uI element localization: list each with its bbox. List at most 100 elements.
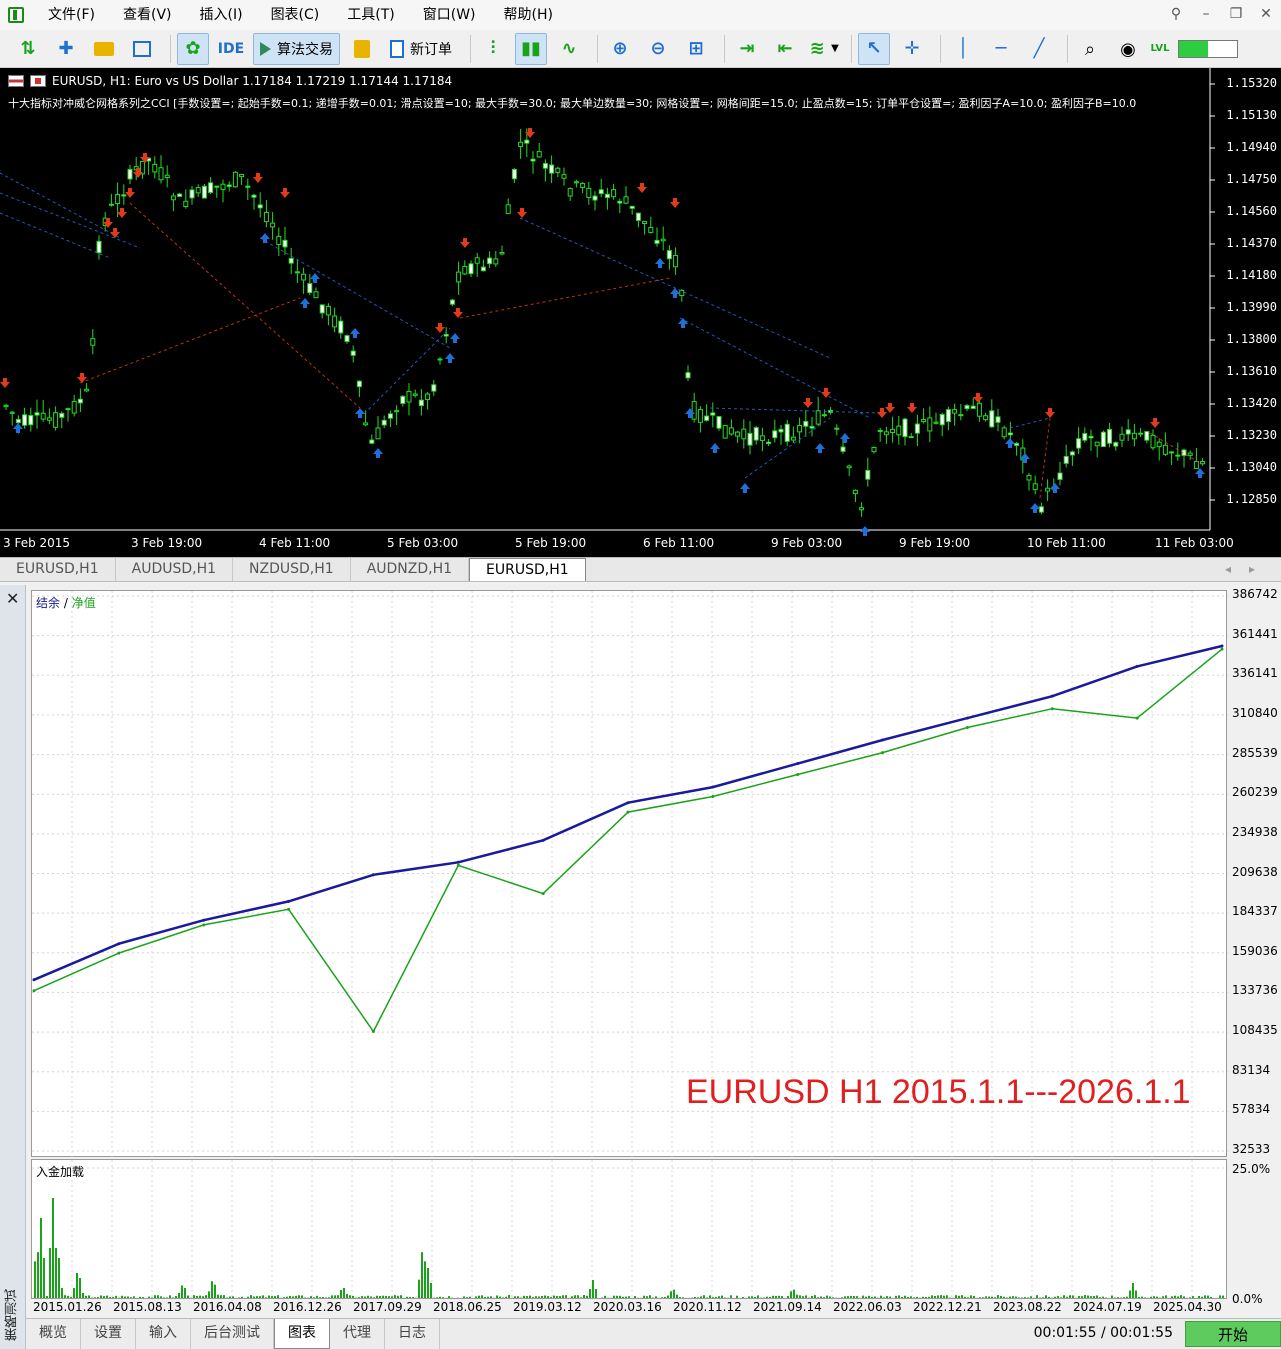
level-indicator[interactable]: LVL [1150, 33, 1238, 65]
chart-tab[interactable]: EURUSD,H1 [0, 558, 116, 581]
tab-settings[interactable]: 设置 [81, 1319, 136, 1349]
tab-graph[interactable]: 图表 [274, 1319, 330, 1349]
buy-sell-toggle-button[interactable]: ⇅ [12, 33, 44, 65]
deposit-load-bar [991, 1296, 993, 1298]
cursor-button[interactable]: ↖ [858, 32, 890, 65]
ide-button[interactable]: IDE [215, 33, 247, 65]
balance-point [796, 762, 800, 766]
date-tick-label: 2015.01.26 [33, 1300, 102, 1314]
signals-button[interactable] [346, 33, 378, 65]
chart-tab[interactable]: NZDUSD,H1 [233, 558, 351, 581]
deposit-load-bar [856, 1296, 858, 1298]
deposit-load-bar [349, 1295, 351, 1298]
deposit-load-bar [151, 1297, 153, 1298]
deposit-load-bar [430, 1283, 432, 1298]
deposit-load-bar [109, 1296, 111, 1298]
deposit-load-bar [883, 1297, 885, 1298]
candle-body [834, 427, 840, 430]
order-line [0, 212, 111, 259]
menu-insert[interactable]: 插入(I) [186, 0, 257, 30]
buy-arrow-icon [310, 273, 320, 283]
indicators-button[interactable]: ≋ ▼ [807, 33, 839, 65]
deposit-load-bar [1021, 1297, 1023, 1298]
elapsed-timer: 00:01:55 / 00:01:55 [1033, 1325, 1173, 1341]
pin-icon[interactable]: ⚲ [1167, 6, 1185, 22]
chart-shift-button[interactable]: ⇤ [769, 33, 801, 65]
deposit-load-bar [274, 1296, 276, 1298]
chart-tab[interactable]: AUDNZD,H1 [351, 558, 470, 581]
deposit-load-bar [571, 1296, 573, 1298]
deposit-load-bar [541, 1295, 543, 1298]
buy-arrow-icon [445, 353, 455, 363]
menu-help[interactable]: 帮助(H) [490, 0, 567, 30]
line-chart-button[interactable]: ∿ [553, 33, 585, 65]
deposit-load-bar [133, 1296, 135, 1298]
restore-icon[interactable]: ❐ [1227, 6, 1245, 22]
deposit-load-bar [1093, 1296, 1095, 1298]
market-button[interactable]: ✿ [177, 32, 209, 65]
profiles-button[interactable] [126, 33, 158, 65]
deposit-load-bar [1006, 1297, 1008, 1298]
candle-body [400, 395, 406, 404]
menu-window[interactable]: 窗口(W) [409, 0, 490, 30]
deposit-load-bar [64, 1295, 66, 1298]
menu-chart[interactable]: 图表(C) [257, 0, 334, 30]
candle-body [71, 400, 77, 414]
horizontal-line-button[interactable]: ─ [985, 33, 1017, 65]
play-icon [260, 41, 271, 56]
new-chart-button[interactable]: ✚ [50, 33, 82, 65]
deposit-load-bar [823, 1297, 825, 1298]
candle-body [449, 299, 455, 305]
chart-tab[interactable]: AUDUSD,H1 [116, 558, 234, 581]
candle-body [1150, 434, 1156, 449]
tab-inputs[interactable]: 输入 [136, 1319, 191, 1349]
bar-chart-button[interactable]: ⫶ [477, 33, 509, 65]
toolbar-separator [940, 34, 941, 63]
candle-body [995, 416, 1001, 423]
trendline-button[interactable]: ╱ [1023, 33, 1055, 65]
new-order-button[interactable]: 新订单 [384, 33, 458, 65]
deposit-load-bar [205, 1295, 207, 1298]
menu-file[interactable]: 文件(F) [34, 0, 109, 30]
close-panel-icon[interactable]: ✕ [6, 589, 19, 608]
deposit-load-bar [217, 1294, 219, 1298]
close-icon[interactable]: ✕ [1257, 6, 1275, 22]
toolbar: ⇅ ✚ ✿ IDE 算法交易 新订单 ⫶ ▮▮ ∿ ⊕ ⊖ ⊞ ⇥ ⇤ ≋ ▼ ↖… [0, 30, 1281, 68]
candle-body [65, 408, 71, 411]
candle-body [84, 388, 90, 392]
search-button[interactable]: ⌕ [1074, 33, 1106, 65]
zoom-in-button[interactable]: ⊕ [604, 33, 636, 65]
deposit-load-bar [343, 1288, 345, 1298]
deposit-load-bar [1087, 1295, 1089, 1298]
candle-body [282, 239, 288, 248]
algo-trading-button[interactable]: 算法交易 [253, 32, 340, 65]
minimize-icon[interactable]: – [1197, 6, 1215, 22]
deposit-load-bar [187, 1295, 189, 1298]
tile-windows-button[interactable]: ⊞ [680, 33, 712, 65]
crosshair-button[interactable]: ✛ [896, 33, 928, 65]
open-folder-button[interactable] [88, 33, 120, 65]
account-button[interactable]: ◉ [1112, 33, 1144, 65]
balance-y-tick-label: 159036 [1232, 943, 1278, 958]
price-tick-label: 1.13230 [1226, 428, 1277, 442]
price-chart[interactable]: EURUSD, H1: Euro vs US Dollar 1.17184 1.… [0, 68, 1281, 557]
scroll-left-icon[interactable]: ◂ [1225, 558, 1231, 581]
deposit-load-bar [40, 1218, 42, 1298]
vertical-line-button[interactable]: │ [947, 33, 979, 65]
zoom-out-button[interactable]: ⊖ [642, 33, 674, 65]
sell-arrow-icon [1150, 418, 1160, 428]
sell-arrow-icon [670, 198, 680, 208]
autoscroll-button[interactable]: ⇥ [731, 33, 763, 65]
tab-journal[interactable]: 日志 [385, 1319, 440, 1349]
candle-body [803, 420, 809, 427]
tab-backtest[interactable]: 后台测试 [191, 1319, 274, 1349]
start-button[interactable]: 开始 [1185, 1321, 1281, 1347]
menu-tools[interactable]: 工具(T) [333, 0, 408, 30]
tab-agents[interactable]: 代理 [330, 1319, 385, 1349]
tab-overview[interactable]: 概览 [26, 1319, 81, 1349]
chart-tab-active[interactable]: EURUSD,H1 [469, 558, 586, 581]
menu-view[interactable]: 查看(V) [109, 0, 186, 30]
candlestick-button[interactable]: ▮▮ [515, 32, 547, 65]
scroll-right-icon[interactable]: ▸ [1249, 558, 1255, 581]
deposit-load-bar [373, 1297, 375, 1298]
